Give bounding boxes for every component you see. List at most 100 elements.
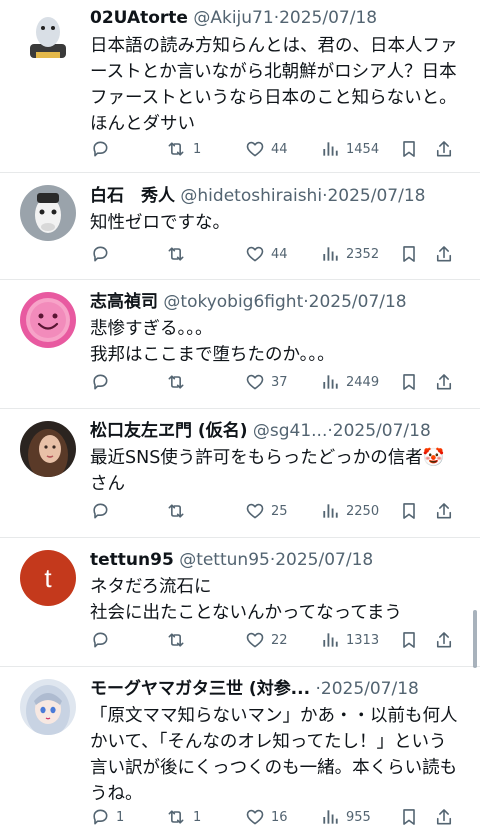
like-button[interactable]: 16 xyxy=(245,805,288,829)
reply-icon xyxy=(93,141,108,157)
bookmark-button[interactable] xyxy=(399,499,419,523)
author-handle[interactable]: @tettun95 xyxy=(179,550,270,570)
repost-button[interactable] xyxy=(165,370,193,394)
post-date[interactable]: 2025/07/18 xyxy=(327,186,425,206)
repost-button[interactable] xyxy=(165,242,193,266)
post-text-line: かいて、「そんなのオレ知ってたし！」という xyxy=(90,732,447,752)
post-date[interactable]: 2025/07/18 xyxy=(275,550,373,570)
action-bar: 25 2250 xyxy=(90,499,460,523)
post-text: 知性ゼロですな。 xyxy=(90,210,470,236)
share-button[interactable] xyxy=(434,805,454,829)
repost-icon xyxy=(168,375,184,389)
share-button[interactable] xyxy=(434,137,454,161)
bookmark-icon xyxy=(403,246,415,262)
post-text-line: 悲惨すぎる。。。 xyxy=(90,319,213,339)
post-text-line: 言い訳が後にくっつくのも一緒。本くらい読も xyxy=(90,758,458,778)
like-button[interactable]: 37 xyxy=(245,370,288,394)
avatar[interactable] xyxy=(20,679,76,735)
post-date[interactable]: 2025/07/18 xyxy=(333,421,431,441)
views-icon xyxy=(323,375,338,389)
author-name[interactable]: モーグヤマガタ三世 (対参... xyxy=(90,679,310,699)
share-button[interactable] xyxy=(434,499,454,523)
like-button[interactable]: 22 xyxy=(245,628,288,652)
reply-icon xyxy=(93,246,108,262)
author-handle[interactable]: @tokyobig6fight xyxy=(163,292,303,312)
views-button[interactable]: 2352 xyxy=(320,242,379,266)
share-button[interactable] xyxy=(434,628,454,652)
author-name[interactable]: 松口友左ヱ門 (仮名) xyxy=(90,421,247,441)
like-icon xyxy=(246,246,264,262)
reply-button[interactable] xyxy=(90,499,116,523)
author-name[interactable]: 志高禎司 xyxy=(90,292,158,312)
post[interactable]: 松口友左ヱ門 (仮名) @sg41...·2025/07/18 最近SNS使う許… xyxy=(0,409,480,537)
views-button[interactable]: 1454 xyxy=(320,137,379,161)
views-button[interactable]: 955 xyxy=(320,805,371,829)
post-text-line: さん xyxy=(90,474,125,494)
post[interactable]: 白石 秀人 @hidetoshiraishi·2025/07/18 知性ゼロです… xyxy=(0,173,480,279)
like-button[interactable]: 44 xyxy=(245,137,288,161)
like-button[interactable]: 44 xyxy=(245,242,288,266)
bookmark-icon xyxy=(403,141,415,157)
post-date[interactable]: 2025/07/18 xyxy=(321,679,419,699)
like-icon xyxy=(246,374,264,390)
post-text-line: 知性ゼロですな。 xyxy=(90,213,230,233)
post-text-line: 最近SNS使う許可をもらったどっかの信者🤡 xyxy=(90,448,445,468)
avatar[interactable] xyxy=(20,292,76,348)
repost-button[interactable]: 1 xyxy=(165,137,201,161)
avatar[interactable] xyxy=(20,8,76,64)
bookmark-icon xyxy=(403,632,415,648)
author-name[interactable]: 白石 秀人 xyxy=(90,186,175,206)
bookmark-button[interactable] xyxy=(399,628,419,652)
bookmark-button[interactable] xyxy=(399,805,419,829)
like-count: 16 xyxy=(271,809,288,825)
author-name[interactable]: 02UAtorte xyxy=(90,8,188,28)
avatar[interactable]: t xyxy=(20,550,76,606)
post-text-line: うね。 xyxy=(90,784,143,804)
view-count: 955 xyxy=(346,809,371,825)
share-icon xyxy=(436,503,452,519)
reply-button[interactable] xyxy=(90,137,116,161)
reply-button[interactable] xyxy=(90,242,116,266)
reply-button[interactable] xyxy=(90,370,116,394)
views-button[interactable]: 2449 xyxy=(320,370,379,394)
views-icon xyxy=(323,633,338,647)
author-name[interactable]: tettun95 xyxy=(90,550,174,570)
share-icon xyxy=(436,141,452,157)
like-count: 25 xyxy=(271,503,288,519)
reply-button[interactable]: 1 xyxy=(90,805,124,829)
like-button[interactable]: 25 xyxy=(245,499,288,523)
post[interactable]: 02UAtorte @Akiju71·2025/07/18 日本語の読み方知らん… xyxy=(0,0,480,172)
avatar[interactable] xyxy=(20,185,76,241)
post-date[interactable]: 2025/07/18 xyxy=(279,8,377,28)
view-count: 2352 xyxy=(346,246,380,262)
repost-button[interactable] xyxy=(165,628,193,652)
repost-button[interactable] xyxy=(165,499,193,523)
post-date[interactable]: 2025/07/18 xyxy=(309,292,407,312)
views-button[interactable]: 2250 xyxy=(320,499,379,523)
author-handle[interactable]: @hidetoshiraishi xyxy=(180,186,322,206)
share-button[interactable] xyxy=(434,370,454,394)
views-button[interactable]: 1313 xyxy=(320,628,379,652)
action-bar: 37 2449 xyxy=(90,370,460,394)
author-handle[interactable]: @Akiju71 xyxy=(193,8,273,28)
repost-count: 1 xyxy=(193,809,202,825)
repost-button[interactable]: 1 xyxy=(165,805,201,829)
reply-icon xyxy=(93,374,108,390)
like-icon xyxy=(246,503,264,519)
reply-button[interactable] xyxy=(90,628,116,652)
bookmark-button[interactable] xyxy=(399,137,419,161)
bookmark-button[interactable] xyxy=(399,242,419,266)
share-icon xyxy=(436,374,452,390)
avatar[interactable] xyxy=(20,421,76,477)
bookmark-button[interactable] xyxy=(399,370,419,394)
repost-icon xyxy=(168,504,184,518)
post[interactable]: 志高禎司 @tokyobig6fight·2025/07/18 悲惨すぎる。。。… xyxy=(0,280,480,408)
view-count: 2449 xyxy=(346,374,380,390)
scrollbar[interactable] xyxy=(473,610,477,668)
post[interactable]: モーグヤマガタ三世 (対参... ·2025/07/18 「原文ママ知らないマン… xyxy=(0,667,480,838)
author-handle[interactable]: @sg41... xyxy=(253,421,328,441)
post[interactable]: t tettun95 @tettun95·2025/07/18 ネタだろ流石に … xyxy=(0,538,480,666)
share-button[interactable] xyxy=(434,242,454,266)
like-count: 37 xyxy=(271,374,288,390)
share-icon xyxy=(436,632,452,648)
